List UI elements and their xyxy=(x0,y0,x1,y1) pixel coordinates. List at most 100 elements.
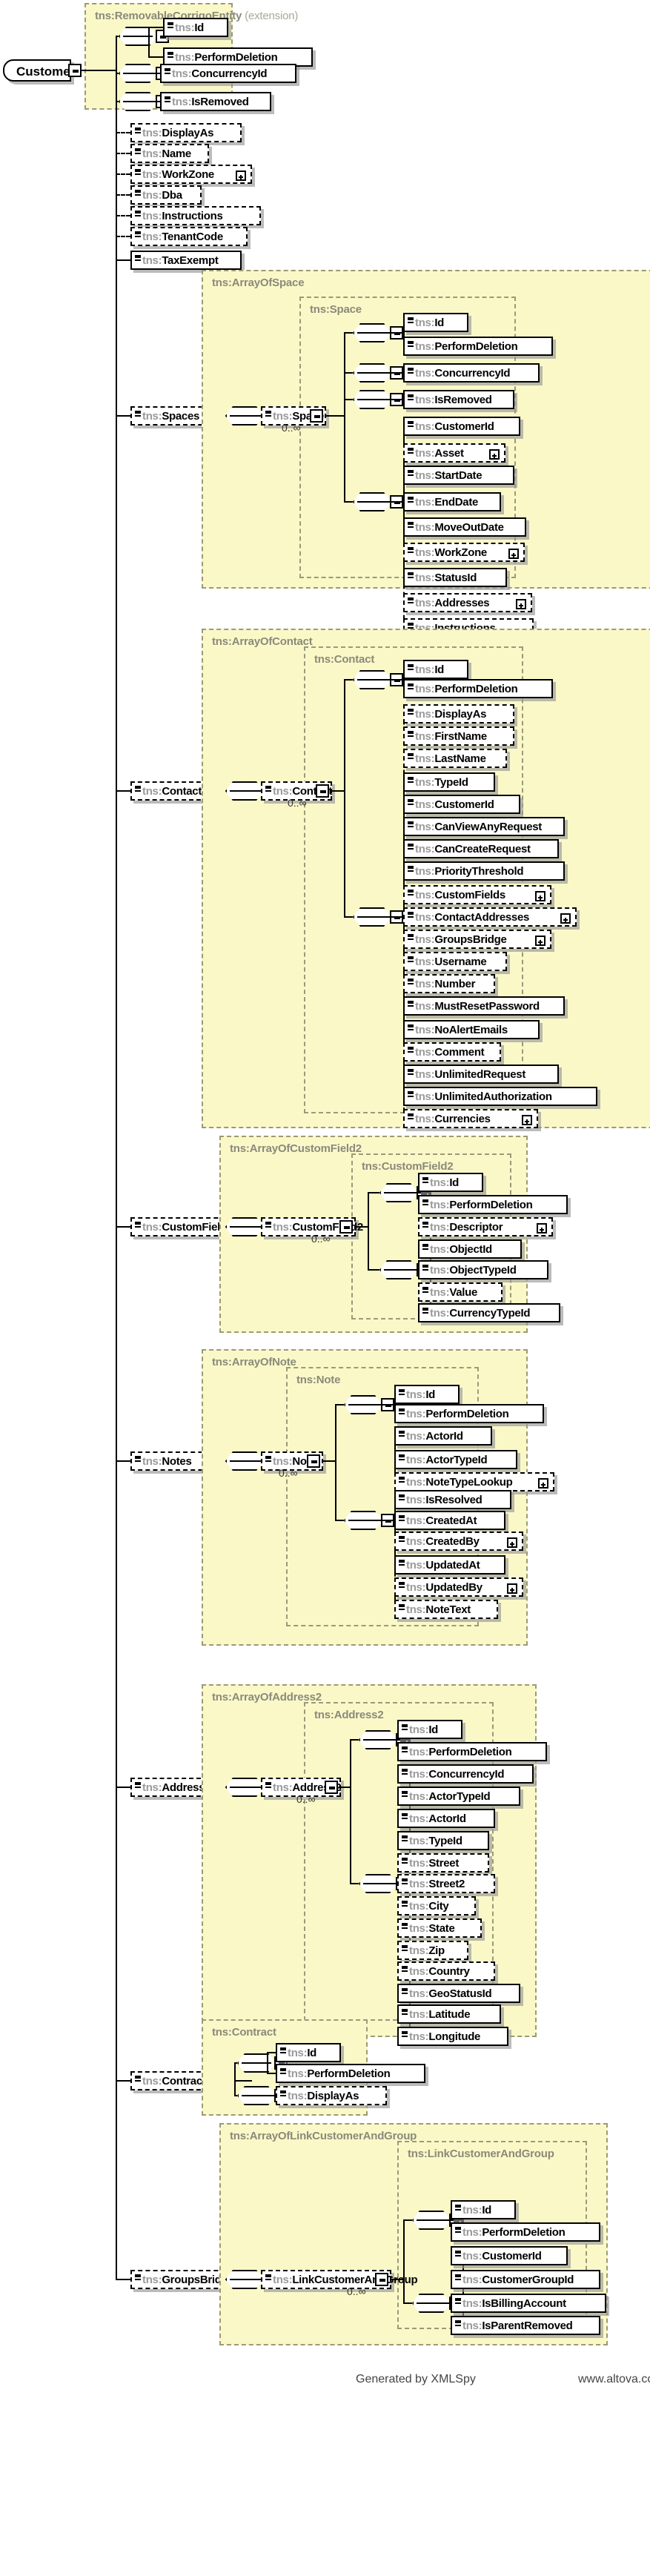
element-username[interactable]: tns: Username xyxy=(403,952,507,971)
element-id[interactable]: tns: Id xyxy=(403,313,468,332)
element-dba[interactable]: tns: Dba xyxy=(130,185,202,205)
element-objecttypeid[interactable]: tns: ObjectTypeId xyxy=(418,1260,548,1279)
element-typeid[interactable]: tns: TypeId xyxy=(403,772,495,792)
element-customerid[interactable]: tns: CustomerId xyxy=(451,2246,568,2265)
element-customergroupid[interactable]: tns: CustomerGroupId xyxy=(451,2270,600,2289)
element-unlimitedrequest[interactable]: tns: UnlimitedRequest xyxy=(403,1064,559,1084)
expand-icon[interactable] xyxy=(535,936,545,946)
element-performdeletion[interactable]: tns: PerformDeletion xyxy=(403,679,553,698)
expand-icon[interactable] xyxy=(236,170,246,181)
element-performdeletion[interactable]: tns: PerformDeletion xyxy=(403,337,553,356)
element-contract-displayas[interactable]: tns: DisplayAs xyxy=(276,2086,387,2105)
element-displayas[interactable]: tns: DisplayAs xyxy=(403,704,514,724)
element-id[interactable]: tns: Id xyxy=(451,2200,516,2219)
element-isremoved[interactable]: tns: IsRemoved xyxy=(403,390,514,409)
element-contactaddresses[interactable]: tns: ContactAddresses xyxy=(403,907,577,927)
element-notetypelookup[interactable]: tns: NoteTypeLookup xyxy=(394,1472,554,1491)
element-geostatusid[interactable]: tns: GeoStatusId xyxy=(397,1984,520,2003)
element-name[interactable]: tns: Name xyxy=(130,144,209,163)
expand-icon[interactable] xyxy=(516,599,526,609)
element-id[interactable]: tns: Id xyxy=(163,18,228,37)
ref-collapse-toggle[interactable] xyxy=(307,1454,320,1468)
element-performdeletion[interactable]: tns: PerformDeletion xyxy=(418,1195,568,1214)
element-id[interactable]: tns: Id xyxy=(394,1385,460,1404)
element-linkcustomerandgroup-ref[interactable]: tns: LinkCustomerAndGroup xyxy=(261,2270,418,2289)
element-workzone[interactable]: tns: WorkZone xyxy=(403,543,525,562)
element-zip[interactable]: tns: Zip xyxy=(397,1941,468,1960)
expand-icon[interactable] xyxy=(538,1478,548,1489)
element-street[interactable]: tns: Street xyxy=(397,1853,489,1873)
element-isresolved[interactable]: tns: IsResolved xyxy=(394,1490,511,1509)
element-state[interactable]: tns: State xyxy=(397,1918,482,1938)
element-unlimitedauthorization[interactable]: tns: UnlimitedAuthorization xyxy=(403,1087,597,1106)
element-actorid[interactable]: tns: ActorId xyxy=(394,1426,492,1446)
expand-icon[interactable] xyxy=(537,1223,547,1234)
element-contract-id[interactable]: tns: Id xyxy=(276,2043,341,2062)
element-descriptor[interactable]: tns: Descriptor xyxy=(418,1217,553,1236)
element-performdeletion[interactable]: tns: PerformDeletion xyxy=(451,2222,600,2242)
element-isbillingaccount[interactable]: tns: IsBillingAccount xyxy=(451,2294,606,2313)
element-performdeletion[interactable]: tns: PerformDeletion xyxy=(394,1404,544,1423)
element-prioritythreshold[interactable]: tns: PriorityThreshold xyxy=(403,861,565,881)
element-actortypeid[interactable]: tns: ActorTypeId xyxy=(397,1787,520,1806)
expand-icon[interactable] xyxy=(522,1115,532,1125)
element-cancreaterequest[interactable]: tns: CanCreateRequest xyxy=(403,839,559,858)
element-updatedby[interactable]: tns: UpdatedBy xyxy=(394,1577,523,1597)
expand-icon[interactable] xyxy=(508,549,519,559)
element-addresses[interactable]: tns: Addresses xyxy=(403,593,532,612)
element-objectid[interactable]: tns: ObjectId xyxy=(418,1239,522,1259)
element-isparentremoved[interactable]: tns: IsParentRemoved xyxy=(451,2316,600,2335)
element-customerid[interactable]: tns: CustomerId xyxy=(403,417,520,436)
ref-collapse-toggle[interactable] xyxy=(339,1220,353,1234)
element-id[interactable]: tns: Id xyxy=(397,1720,462,1739)
element-displayas[interactable]: tns: DisplayAs xyxy=(130,123,242,142)
expand-icon[interactable] xyxy=(535,891,545,901)
element-city[interactable]: tns: City xyxy=(397,1896,476,1916)
element-instructions[interactable]: tns: Instructions xyxy=(130,206,261,225)
element-tenantcode[interactable]: tns: TenantCode xyxy=(130,227,248,246)
element-longitude[interactable]: tns: Longitude xyxy=(397,2027,508,2046)
element-actortypeid[interactable]: tns: ActorTypeId xyxy=(394,1450,517,1469)
element-enddate[interactable]: tns: EndDate xyxy=(403,492,501,511)
element-noalertemails[interactable]: tns: NoAlertEmails xyxy=(403,1020,540,1039)
root-element-customer[interactable]: Customer xyxy=(3,59,75,82)
element-startdate[interactable]: tns: StartDate xyxy=(403,466,514,485)
element-workzone[interactable]: tns: WorkZone xyxy=(130,165,252,184)
element-notetext[interactable]: tns: NoteText xyxy=(394,1600,498,1619)
element-actorid[interactable]: tns: ActorId xyxy=(397,1809,495,1828)
element-lastname[interactable]: tns: LastName xyxy=(403,749,507,768)
expand-icon[interactable] xyxy=(560,913,571,924)
element-comment[interactable]: tns: Comment xyxy=(403,1042,501,1062)
element-contract-performdeletion[interactable]: tns: PerformDeletion xyxy=(276,2064,425,2083)
element-number[interactable]: tns: Number xyxy=(403,974,495,993)
expand-icon[interactable] xyxy=(507,1537,517,1548)
element-concurrencyid[interactable]: tns: ConcurrencyId xyxy=(403,363,540,383)
element-mustresetpassword[interactable]: tns: MustResetPassword xyxy=(403,996,565,1016)
ref-collapse-toggle[interactable] xyxy=(325,1781,338,1794)
element-currencies[interactable]: tns: Currencies xyxy=(403,1109,538,1128)
element-country[interactable]: tns: Country xyxy=(397,1961,495,1981)
ref-collapse-toggle[interactable] xyxy=(375,2273,388,2286)
ref-collapse-toggle[interactable] xyxy=(316,784,329,798)
element-currencytypeid[interactable]: tns: CurrencyTypeId xyxy=(418,1303,560,1322)
element-isremoved[interactable]: tns: IsRemoved xyxy=(160,92,271,111)
element-customfields[interactable]: tns: CustomFields xyxy=(403,885,551,904)
element-id[interactable]: tns: Id xyxy=(418,1173,483,1192)
expand-icon[interactable] xyxy=(489,449,500,460)
element-concurrencyid[interactable]: tns: ConcurrencyId xyxy=(160,64,296,83)
element-performdeletion[interactable]: tns: PerformDeletion xyxy=(397,1742,547,1761)
element-value[interactable]: tns: Value xyxy=(418,1282,503,1302)
element-statusid[interactable]: tns: StatusId xyxy=(403,568,507,587)
expand-icon[interactable] xyxy=(507,1583,517,1594)
ref-collapse-toggle[interactable] xyxy=(310,409,323,423)
element-customerid[interactable]: tns: CustomerId xyxy=(403,795,520,814)
element-concurrencyid[interactable]: tns: ConcurrencyId xyxy=(397,1764,534,1784)
element-createdat[interactable]: tns: CreatedAt xyxy=(394,1511,505,1530)
element-taxexempt[interactable]: tns: TaxExempt xyxy=(130,251,242,270)
element-canviewanyrequest[interactable]: tns: CanViewAnyRequest xyxy=(403,817,565,836)
element-groupsbridge[interactable]: tns: GroupsBridge xyxy=(403,930,551,949)
element-id[interactable]: tns: Id xyxy=(403,660,468,679)
element-updatedat[interactable]: tns: UpdatedAt xyxy=(394,1555,505,1575)
element-firstname[interactable]: tns: FirstName xyxy=(403,726,514,746)
element-moveoutdate[interactable]: tns: MoveOutDate xyxy=(403,517,526,537)
